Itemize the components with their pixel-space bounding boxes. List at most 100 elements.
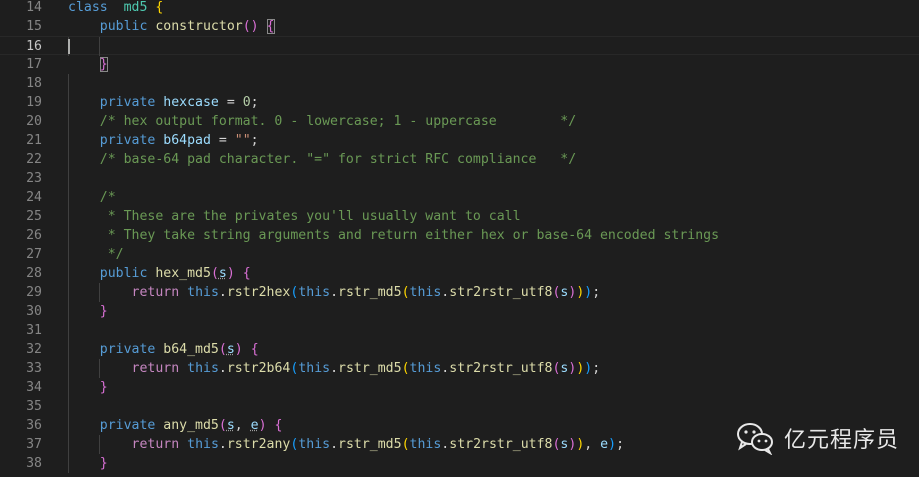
code-token: b64pad xyxy=(163,133,211,148)
code-line[interactable]: 30 } xyxy=(0,302,919,321)
line-number: 26 xyxy=(26,228,42,243)
code-token: hex_md5 xyxy=(155,266,211,281)
code-token: s xyxy=(226,342,235,357)
code-text: return this.rstr2hex(this.rstr_md5(this.… xyxy=(68,283,601,302)
line-number: 20 xyxy=(26,114,42,129)
code-line[interactable]: 17 } xyxy=(0,55,919,74)
code-text: /* hex output format. 0 - lowercase; 1 -… xyxy=(68,112,576,131)
code-token: ; xyxy=(616,437,625,452)
code-token: ; xyxy=(250,133,259,148)
code-line[interactable]: 14 class md5 { xyxy=(0,0,919,17)
code-token: * These are the privates you'll usually … xyxy=(99,209,521,224)
code-line[interactable]: 22 /* base-64 pad character. "=" for str… xyxy=(0,150,919,169)
line-number: 37 xyxy=(26,437,42,452)
code-line[interactable]: 16 xyxy=(0,36,919,56)
line-number: 16 xyxy=(26,39,42,54)
code-token: return xyxy=(131,437,180,452)
code-token: . xyxy=(218,285,227,300)
code-token: ( xyxy=(218,342,227,357)
code-line[interactable]: 33 return this.rstr2b64(this.rstr_md5(th… xyxy=(0,359,919,378)
code-line[interactable]: 23 xyxy=(0,169,919,188)
code-token: { xyxy=(250,342,259,357)
line-number: 35 xyxy=(26,399,42,414)
line-number: 22 xyxy=(26,152,42,167)
code-text: } xyxy=(68,302,108,321)
code-token: private xyxy=(99,418,156,433)
code-token: this xyxy=(298,437,331,452)
code-line[interactable]: 20 /* hex output format. 0 - lowercase; … xyxy=(0,112,919,131)
code-line[interactable]: 25 * These are the privates you'll usual… xyxy=(0,207,919,226)
line-number: 21 xyxy=(26,133,42,148)
code-line[interactable]: 15 public constructor() { xyxy=(0,17,919,36)
code-editor[interactable]: 14 class md5 {15 public constructor() { 16… xyxy=(0,0,919,477)
code-token: ) xyxy=(608,437,617,452)
code-token: } xyxy=(99,57,108,72)
code-token: { xyxy=(274,418,283,433)
line-number: 25 xyxy=(26,209,42,224)
code-text: } xyxy=(68,454,108,473)
code-text: /* xyxy=(68,188,116,207)
code-token: ) xyxy=(258,418,267,433)
code-line[interactable]: 32 private b64_md5(s) { xyxy=(0,340,919,359)
code-text: return this.rstr2any(this.rstr_md5(this.… xyxy=(68,435,625,454)
code-line[interactable]: 28 public hex_md5(s) { xyxy=(0,264,919,283)
code-token: public xyxy=(99,19,148,34)
code-line[interactable]: 34 } xyxy=(0,378,919,397)
code-token: return xyxy=(131,361,180,376)
watermark-text: 亿元程序员 xyxy=(784,428,900,453)
code-line[interactable]: 29 return this.rstr2hex(this.rstr_md5(th… xyxy=(0,283,919,302)
line-number: 15 xyxy=(26,19,42,34)
line-number: 27 xyxy=(26,247,42,262)
line-number: 19 xyxy=(26,95,42,110)
code-line[interactable]: 27 */ xyxy=(0,245,919,264)
code-line[interactable]: 31 xyxy=(0,321,919,340)
code-text: } xyxy=(68,55,108,74)
code-token: b64_md5 xyxy=(163,342,219,357)
code-text: */ xyxy=(68,245,124,264)
line-number: 17 xyxy=(26,57,42,72)
code-token: */ xyxy=(99,247,124,262)
code-line[interactable]: 26 * They take string arguments and retu… xyxy=(0,226,919,245)
code-text: return this.rstr2b64(this.rstr_md5(this.… xyxy=(68,359,601,378)
indent-guide xyxy=(68,397,69,416)
code-text: private b64pad = ""; xyxy=(68,131,259,150)
code-text: * They take string arguments and return … xyxy=(68,226,719,245)
code-token: md5 xyxy=(123,0,148,15)
code-token: ) xyxy=(234,342,243,357)
code-token: this xyxy=(298,361,331,376)
code-token: ( xyxy=(218,418,227,433)
code-token: rstr2any xyxy=(226,437,291,452)
code-token: ( xyxy=(401,285,410,300)
code-text: public hex_md5(s) { xyxy=(68,264,251,283)
code-token: ; xyxy=(592,285,601,300)
wechat-icon xyxy=(736,421,774,456)
line-number: 24 xyxy=(26,190,42,205)
code-token: s xyxy=(218,266,227,281)
code-token: return xyxy=(131,285,180,300)
line-number: 14 xyxy=(26,0,42,15)
code-token: this xyxy=(409,437,442,452)
code-line[interactable]: 24 /* xyxy=(0,188,919,207)
code-line[interactable]: 21 private b64pad = ""; xyxy=(0,131,919,150)
code-token: rstr_md5 xyxy=(338,361,402,376)
line-number: 29 xyxy=(26,285,42,300)
line-number: 32 xyxy=(26,342,42,357)
code-line[interactable]: 19 private hexcase = 0; xyxy=(0,93,919,112)
code-token: * They take string arguments and return … xyxy=(99,228,720,243)
code-line[interactable]: 35 xyxy=(0,397,919,416)
code-token: this xyxy=(409,285,442,300)
code-token: str2rstr_utf8 xyxy=(449,361,553,376)
code-token: any_md5 xyxy=(163,418,219,433)
code-line[interactable]: 18 xyxy=(0,74,919,93)
code-token: hexcase xyxy=(163,95,219,110)
